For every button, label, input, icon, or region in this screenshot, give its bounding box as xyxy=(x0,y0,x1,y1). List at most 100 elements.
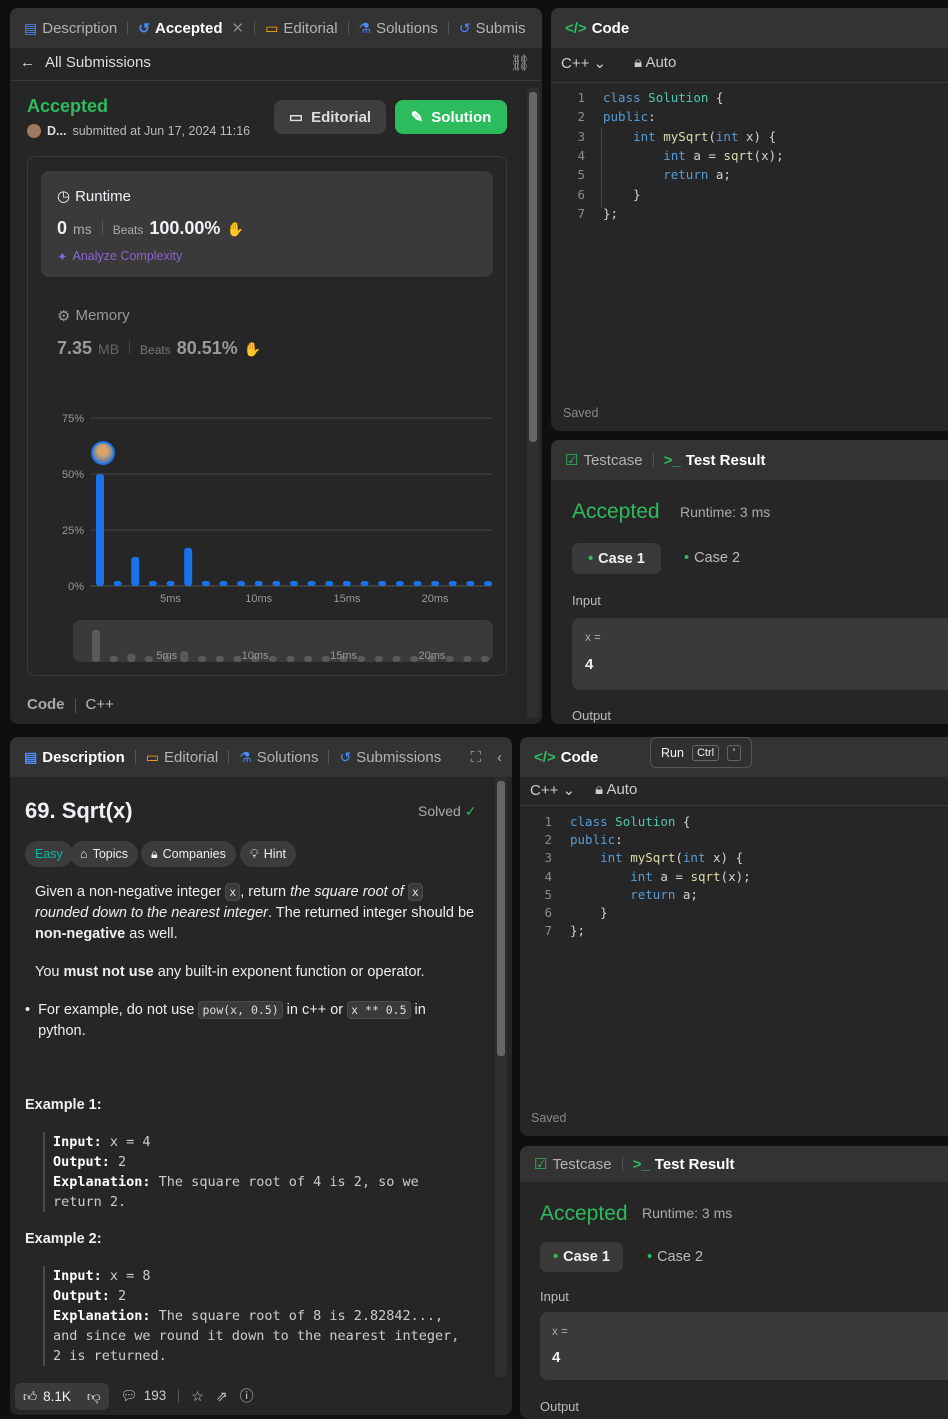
code-line[interactable]: 4 int a = sqrt(x); xyxy=(538,869,750,884)
runtime-bar[interactable] xyxy=(466,581,475,586)
tab-code[interactable]: </> Code xyxy=(561,20,633,37)
code-editor[interactable]: 1 class Solution { 2 public: 3 int mySqrt(in… xyxy=(538,814,938,954)
hint-chip[interactable]: 💡︎ Hint xyxy=(240,841,296,867)
tab-solutions[interactable]: ⚗ Solutions xyxy=(235,749,322,766)
runtime-bar[interactable] xyxy=(290,581,298,586)
overview-bar xyxy=(109,656,118,662)
document-icon: ▤ xyxy=(24,748,38,765)
tab-code[interactable]: </> Code xyxy=(530,749,602,766)
scrollbar[interactable] xyxy=(527,88,539,718)
autosave-mode[interactable]: 🔒︎ Auto xyxy=(595,781,637,799)
scrollbar-thumb[interactable] xyxy=(529,92,537,442)
runtime-bar[interactable] xyxy=(148,581,157,586)
line-number: 6 xyxy=(577,186,585,202)
runtime-bar[interactable] xyxy=(201,581,210,586)
tab-description[interactable]: ▤ Description xyxy=(20,749,129,766)
code-line[interactable]: 6 } xyxy=(538,905,607,920)
tab-testcase[interactable]: ☑ Testcase xyxy=(530,1155,616,1174)
runtime-bar[interactable] xyxy=(448,581,457,586)
code-line[interactable]: 6 } xyxy=(571,186,640,202)
expand-icon[interactable]: ⛶ xyxy=(470,749,481,766)
code-line[interactable]: 1 class Solution { xyxy=(571,90,723,105)
code-line[interactable]: 5 return a; xyxy=(571,167,730,182)
runtime-bar[interactable] xyxy=(131,556,140,586)
divider xyxy=(447,21,449,35)
dislike-button[interactable]: 👎︎ xyxy=(78,1382,109,1410)
tab-test-result[interactable]: >_ Test Result xyxy=(629,1156,739,1173)
code-line[interactable]: 1 class Solution { xyxy=(538,814,690,829)
back-link[interactable]: ← All Submissions xyxy=(20,54,151,71)
runtime-bar[interactable] xyxy=(237,581,246,586)
runtime-bar[interactable] xyxy=(166,581,175,586)
case-1-tab[interactable]: • Case 1 xyxy=(540,1242,623,1272)
divider xyxy=(134,750,136,764)
share-icon[interactable]: ⇗ xyxy=(216,1388,228,1405)
runtime-bar[interactable] xyxy=(113,581,122,586)
tab-testcase[interactable]: ☑ Testcase xyxy=(561,451,647,470)
chevron-left-icon[interactable]: ‹ xyxy=(497,749,502,766)
close-icon[interactable]: ✕ xyxy=(232,19,245,37)
code-editor[interactable]: 1 class Solution {2 public: 3 int mySqrt(in… xyxy=(571,90,948,230)
tab-test-result[interactable]: >_ Test Result xyxy=(660,452,770,469)
tab-editorial[interactable]: ▭ Editorial xyxy=(261,20,341,37)
input-box[interactable]: x = 4 xyxy=(572,618,948,690)
case-2-tab[interactable]: • Case 2 xyxy=(684,550,740,566)
code-line[interactable]: 2 public: xyxy=(571,109,655,124)
runtime-card[interactable]: ◷ Runtime 0 ms Beats 100.00% ✋ ✦ Analyze C… xyxy=(41,171,493,277)
link-icon[interactable]: ⛓ xyxy=(510,53,530,73)
runtime-bar[interactable] xyxy=(431,581,440,586)
star-icon[interactable]: ☆ xyxy=(191,1388,204,1405)
like-button[interactable]: 👍︎ 8.1K xyxy=(15,1382,79,1410)
tab-description[interactable]: ▤ Description xyxy=(20,20,121,37)
language-select[interactable]: C++ ⌄ xyxy=(530,781,575,799)
tab-editorial[interactable]: ▭ Editorial xyxy=(142,749,222,766)
memory-label[interactable]: ⚙ Memory xyxy=(57,307,130,325)
username[interactable]: D... xyxy=(47,124,66,138)
y-tick-label: 25% xyxy=(62,525,84,537)
companies-chip[interactable]: 🔒︎ Companies xyxy=(141,841,236,867)
runtime-distribution-chart[interactable]: 75% 50% 25% 0% 5ms 10ms 15ms 20ms xyxy=(40,400,500,620)
tab-accepted[interactable]: ↺ Accepted ✕ xyxy=(134,19,248,38)
autosave-mode[interactable]: 🔒︎ Auto xyxy=(634,54,676,72)
runtime-bar[interactable] xyxy=(395,581,404,586)
solution-button[interactable]: ✎ Solution xyxy=(395,100,507,134)
runtime-bar[interactable] xyxy=(184,547,193,586)
tab-submissions[interactable]: ↺ Submis xyxy=(455,20,530,37)
runtime-bar[interactable] xyxy=(307,581,316,586)
help-icon[interactable]: ⓘ xyxy=(240,1386,254,1406)
case-2-tab[interactable]: • Case 2 xyxy=(647,1249,703,1265)
chart-overview[interactable]: 5ms 10ms 15ms 20ms xyxy=(73,620,493,662)
runtime-bar[interactable] xyxy=(413,581,422,586)
example-2-title: Example 2: xyxy=(25,1231,102,1247)
analyze-complexity-link[interactable]: ✦ Analyze Complexity xyxy=(57,249,182,264)
topics-chip[interactable]: ⌂ Topics xyxy=(70,841,138,867)
editorial-button[interactable]: ▭ Editorial xyxy=(274,100,386,134)
runtime-bar[interactable] xyxy=(219,581,228,586)
tab-submissions[interactable]: ↺ Submissions xyxy=(335,749,445,766)
code-line[interactable]: 7}; xyxy=(538,923,585,938)
runtime-bar[interactable] xyxy=(254,581,263,586)
case-1-tab[interactable]: • Case 1 xyxy=(572,543,661,574)
code-line[interactable]: 2 public: xyxy=(538,832,622,847)
runtime-bar[interactable] xyxy=(96,474,104,586)
divider xyxy=(347,21,349,35)
x-tick-label: 5ms xyxy=(160,593,181,605)
tab-solutions[interactable]: ⚗ Solutions xyxy=(355,20,442,37)
code-line[interactable]: 4 int a = sqrt(x); xyxy=(571,148,783,163)
runtime-bar[interactable] xyxy=(325,581,334,586)
comments-button[interactable]: 💬︎ 193 xyxy=(121,1388,167,1404)
code-line[interactable]: 5 return a; xyxy=(538,887,697,902)
kbd-ctrl: Ctrl xyxy=(691,744,720,761)
scrollbar-thumb[interactable] xyxy=(497,781,505,1056)
language-select[interactable]: C++ ⌄ xyxy=(561,54,606,72)
result-status: Accepted xyxy=(540,1202,628,1225)
code-line[interactable]: 3 int mySqrt(int x) { xyxy=(538,850,743,865)
runtime-bar[interactable] xyxy=(272,581,281,586)
input-box[interactable]: x = 4 xyxy=(540,1312,948,1380)
runtime-bar[interactable] xyxy=(360,581,369,586)
runtime-bar[interactable] xyxy=(342,581,351,586)
scrollbar[interactable] xyxy=(495,777,507,1377)
code-line[interactable]: 7}; xyxy=(571,206,618,221)
runtime-bar[interactable] xyxy=(378,581,387,586)
runtime-bar[interactable] xyxy=(484,581,492,586)
